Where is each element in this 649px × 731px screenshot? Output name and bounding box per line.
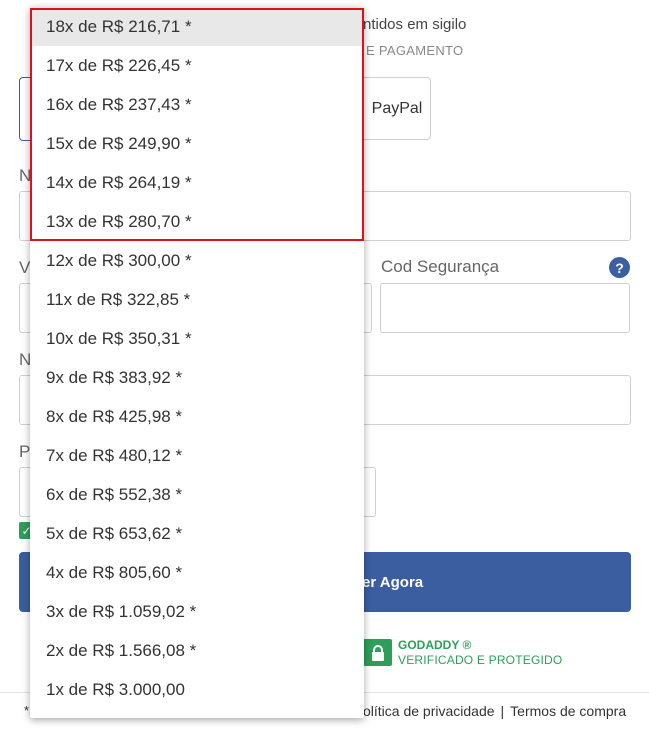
installment-option[interactable]: 5x de R$ 653,62 *: [30, 514, 364, 553]
footer-separator: |: [500, 703, 505, 719]
installment-option[interactable]: 4x de R$ 805,60 *: [30, 553, 364, 592]
installment-option[interactable]: 7x de R$ 480,12 *: [30, 436, 364, 475]
installment-option[interactable]: 1x de R$ 3.000,00: [30, 670, 364, 709]
security-code-input[interactable]: [380, 283, 630, 333]
godaddy-title: GODADDY ®: [398, 638, 472, 652]
installment-option[interactable]: 9x de R$ 383,92 *: [30, 358, 364, 397]
installment-option[interactable]: 12x de R$ 300,00 *: [30, 241, 364, 280]
lock-icon: [363, 639, 392, 666]
installment-option[interactable]: 15x de R$ 249,90 *: [30, 124, 364, 163]
footer-links: olítica de privacidade | Termos de compra: [363, 703, 626, 719]
payment-method-heading: E PAGAMENTO: [366, 43, 464, 58]
installment-option[interactable]: 14x de R$ 264,19 *: [30, 163, 364, 202]
help-icon[interactable]: ?: [609, 257, 630, 278]
validity-label: V: [19, 258, 31, 277]
installment-option[interactable]: 13x de R$ 280,70 *: [30, 202, 364, 241]
security-code-label: Cod Segurança: [381, 257, 500, 276]
installment-option[interactable]: 10x de R$ 350,31 *: [30, 319, 364, 358]
installments-dropdown[interactable]: 18x de R$ 216,71 * 17x de R$ 226,45 * 16x …: [30, 7, 364, 718]
privacy-policy-link[interactable]: olítica de privacidade: [363, 703, 495, 719]
terms-link[interactable]: Termos de compra: [510, 703, 626, 719]
godaddy-subtitle: VERIFICADO E PROTEGIDO: [398, 653, 563, 667]
installment-option[interactable]: 16x de R$ 237,43 *: [30, 85, 364, 124]
footer-asterisk: *: [24, 703, 30, 718]
secure-info-text: ntidos em sigilo: [363, 16, 467, 33]
installment-option[interactable]: 11x de R$ 322,85 *: [30, 280, 364, 319]
installment-option[interactable]: 6x de R$ 552,38 *: [30, 475, 364, 514]
installment-option[interactable]: 2x de R$ 1.566,08 *: [30, 631, 364, 670]
installment-option[interactable]: 8x de R$ 425,98 *: [30, 397, 364, 436]
installment-option[interactable]: 3x de R$ 1.059,02 *: [30, 592, 364, 631]
installment-option[interactable]: 18x de R$ 216,71 *: [30, 7, 364, 46]
installments-label: P: [19, 442, 31, 461]
paypal-payment-option[interactable]: PayPal: [360, 77, 431, 140]
installment-option[interactable]: 17x de R$ 226,45 *: [30, 46, 364, 85]
